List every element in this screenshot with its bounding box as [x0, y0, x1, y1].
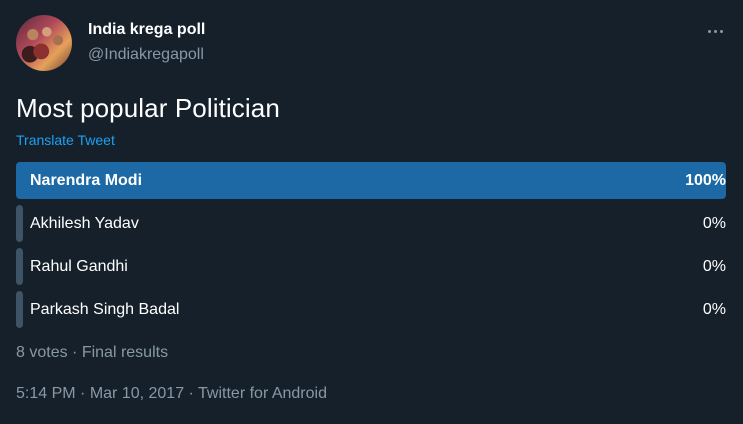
poll-status: Final results: [81, 344, 169, 361]
poll-option: Akhilesh Yadav 0%: [16, 205, 726, 242]
tweet-time[interactable]: 5:14 PM: [16, 385, 76, 402]
poll-results: 8 votes · Final results: [16, 344, 168, 362]
separator: ·: [67, 344, 82, 361]
poll: Narendra Modi 100% Akhilesh Yadav 0% Rah…: [16, 162, 726, 334]
poll-option-percent: 100%: [685, 172, 726, 189]
poll-option-percent: 0%: [702, 301, 726, 318]
user-handle[interactable]: @Indiakregapoll: [88, 46, 204, 64]
tweet-source[interactable]: Twitter for Android: [198, 385, 327, 402]
translate-tweet-link[interactable]: Translate Tweet: [16, 132, 115, 148]
separator: ·: [184, 385, 199, 402]
poll-option-bar: [16, 291, 23, 328]
poll-option-bar: [16, 248, 23, 285]
poll-option: Rahul Gandhi 0%: [16, 248, 726, 285]
tweet-meta: 5:14 PM · Mar 10, 2017 · Twitter for And…: [16, 385, 327, 403]
poll-option-bar: [16, 205, 23, 242]
poll-option-label: Narendra Modi: [30, 172, 143, 189]
poll-option: Parkash Singh Badal 0%: [16, 291, 726, 328]
poll-option-percent: 0%: [702, 215, 726, 232]
vote-count: 8 votes: [16, 344, 68, 361]
tweet-text: Most popular Politician: [16, 93, 280, 123]
poll-option-percent: 0%: [702, 258, 726, 275]
more-horizontal-icon[interactable]: [704, 20, 726, 42]
poll-option: Narendra Modi 100%: [16, 162, 726, 199]
poll-option-label: Akhilesh Yadav: [30, 215, 139, 232]
avatar[interactable]: [16, 15, 72, 71]
display-name[interactable]: India krega poll: [88, 21, 205, 39]
poll-option-label: Rahul Gandhi: [30, 258, 128, 275]
tweet: India krega poll @Indiakregapoll Most po…: [0, 0, 743, 424]
tweet-date[interactable]: Mar 10, 2017: [90, 385, 184, 402]
poll-option-label: Parkash Singh Badal: [30, 301, 180, 318]
separator: ·: [75, 385, 90, 402]
